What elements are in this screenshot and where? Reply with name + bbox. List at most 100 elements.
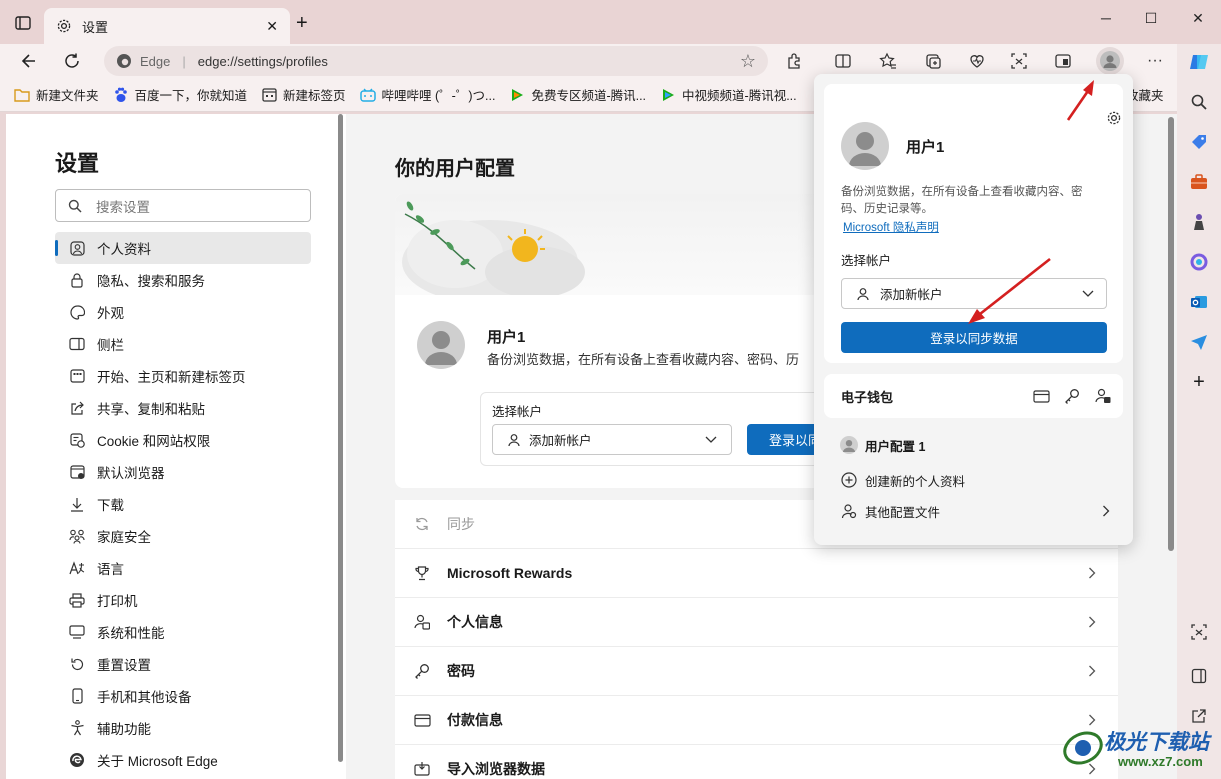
screenshot-icon[interactable] [1006, 48, 1032, 74]
tab-actions-icon[interactable] [14, 14, 32, 32]
account-dropdown[interactable]: 添加新帐户 [492, 424, 732, 455]
accessibility-icon [69, 720, 85, 736]
nav-item[interactable]: 重置设置 [55, 648, 311, 680]
extensions-icon[interactable] [782, 48, 808, 74]
nav-item[interactable]: 个人资料 [55, 232, 311, 264]
maximize-icon[interactable]: ☐ [1137, 8, 1165, 28]
settings-row[interactable]: 密码 [395, 647, 1118, 696]
outlook-icon[interactable] [1187, 290, 1211, 314]
nav-item[interactable]: 手机和其他设备 [55, 680, 311, 712]
hide-sidebar-icon[interactable] [1187, 664, 1211, 688]
privacy-link[interactable]: Microsoft 隐私声明 [843, 219, 939, 235]
send-icon[interactable] [1187, 330, 1211, 354]
tools-briefcase-icon[interactable] [1187, 170, 1211, 194]
main-scrollbar[interactable] [1165, 114, 1177, 779]
new-tab-icon[interactable]: + [296, 13, 316, 34]
browser-essentials-icon[interactable] [964, 48, 990, 74]
settings-nav: 设置 搜索设置 个人资料 隐私、搜索和服务 外观 侧栏 开始、主页和新建标签页 共享、复制… [6, 114, 346, 779]
settings-row[interactable]: 导入浏览器数据 [395, 745, 1118, 779]
nav-item[interactable]: Cookie 和网站权限 [55, 424, 311, 456]
back-icon[interactable] [16, 48, 42, 74]
settings-row[interactable]: Microsoft Rewards [395, 549, 1118, 598]
bookmark-label: 免费专区频道-腾讯... [531, 89, 647, 103]
address-url[interactable]: edge://settings/profiles [198, 54, 328, 69]
tab-title: 设置 [82, 19, 109, 35]
person-icon [507, 433, 521, 447]
nav-scrollbar[interactable] [337, 114, 345, 764]
copilot-icon[interactable] [1187, 50, 1211, 74]
dropdown-value: 添加新帐户 [529, 434, 592, 448]
scrollbar-thumb[interactable] [1168, 117, 1174, 551]
nav-item-label: 下载 [97, 498, 124, 513]
shopping-tag-icon[interactable] [1187, 130, 1211, 154]
other-profiles-item[interactable]: 其他配置文件 [840, 499, 1110, 523]
profile-button[interactable] [1096, 47, 1124, 75]
bookmark-label: 新建标签页 [283, 89, 346, 103]
nav-item-label: 关于 Microsoft Edge [97, 754, 218, 769]
nav-item[interactable]: 隐私、搜索和服务 [55, 264, 311, 296]
search-icon[interactable] [1187, 90, 1211, 114]
search-icon [68, 199, 82, 213]
chevron-down-icon [1082, 290, 1094, 298]
add-favorite-star-icon[interactable]: ☆ [740, 51, 756, 72]
wallet-section[interactable]: 电子钱包 [824, 374, 1123, 418]
nav-item[interactable]: 家庭安全 [55, 520, 311, 552]
baidu-icon [113, 87, 129, 103]
bookmark-item[interactable]: 新建文件夹 [14, 85, 99, 104]
home-icon [69, 368, 85, 384]
microsoft365-icon[interactable] [1187, 250, 1211, 274]
sync-icon [413, 515, 431, 533]
address-bar[interactable]: Edge | edge://settings/profiles ☆ [104, 46, 768, 76]
bookmark-item[interactable]: 中视频频道-腾讯视... [660, 85, 797, 104]
favorites-icon[interactable] [875, 48, 901, 74]
add-icon[interactable]: + [1187, 370, 1211, 394]
nav-item[interactable]: 系统和性能 [55, 616, 311, 648]
bookmark-item[interactable]: 百度一下，你就知道 [113, 85, 247, 104]
language-icon [69, 560, 85, 576]
collections-icon[interactable] [920, 48, 946, 74]
download-icon [69, 496, 85, 512]
nav-item[interactable]: 辅助功能 [55, 712, 311, 744]
bookmark-item[interactable]: 新建标签页 [261, 85, 346, 104]
nav-item[interactable]: 开始、主页和新建标签页 [55, 360, 311, 392]
more-options-icon[interactable]: ··· [1142, 48, 1168, 74]
profile-entry[interactable]: 用户配置 1 [840, 433, 925, 457]
bookmark-item[interactable]: 哔哩哔哩 (゜-゜)つ... [359, 85, 495, 104]
nav-item[interactable]: 侧栏 [55, 328, 311, 360]
nav-item[interactable]: 打印机 [55, 584, 311, 616]
close-window-icon[interactable]: ✕ [1184, 8, 1212, 28]
tab-settings[interactable]: 设置 ✕ [44, 8, 290, 44]
tab-close-icon[interactable]: ✕ [266, 18, 278, 35]
bookmark-item[interactable]: 免费专区频道-腾讯... [509, 85, 646, 104]
search-input[interactable]: 搜索设置 [55, 189, 311, 222]
nav-item[interactable]: 关于 Microsoft Edge [55, 744, 311, 776]
annotation-arrow-profile [1066, 80, 1094, 121]
create-profile-item[interactable]: 创建新的个人资料 [840, 468, 965, 492]
settings-row-label: 付款信息 [447, 712, 503, 728]
tencent-video-icon [660, 87, 676, 103]
games-icon[interactable] [1187, 210, 1211, 234]
credit-card-icon[interactable] [1030, 385, 1052, 407]
reset-icon [69, 656, 85, 672]
bilibili-icon [359, 87, 376, 103]
settings-row[interactable]: 付款信息 [395, 696, 1118, 745]
gear-icon [56, 18, 72, 34]
performance-icon[interactable] [1050, 48, 1076, 74]
flyout-select-account-label: 选择帐户 [841, 254, 892, 268]
nav-item[interactable]: 下载 [55, 488, 311, 520]
nav-item[interactable]: 语言 [55, 552, 311, 584]
screenshot-icon[interactable] [1187, 620, 1211, 644]
key-icon[interactable] [1061, 385, 1083, 407]
minimize-icon[interactable]: ─ [1092, 8, 1120, 28]
scrollbar-thumb[interactable] [338, 114, 343, 762]
share-icon [69, 400, 85, 416]
nav-item[interactable]: 共享、复制和粘贴 [55, 392, 311, 424]
gear-icon[interactable] [1106, 110, 1122, 126]
nav-item[interactable]: 默认浏览器 [55, 456, 311, 488]
split-screen-icon[interactable] [830, 48, 856, 74]
watermark: 极光下载站 www.xz7.com [1060, 718, 1220, 778]
settings-row[interactable]: 个人信息 [395, 598, 1118, 647]
person-card-icon[interactable] [1092, 385, 1114, 407]
nav-item[interactable]: 外观 [55, 296, 311, 328]
refresh-icon[interactable] [59, 48, 85, 74]
